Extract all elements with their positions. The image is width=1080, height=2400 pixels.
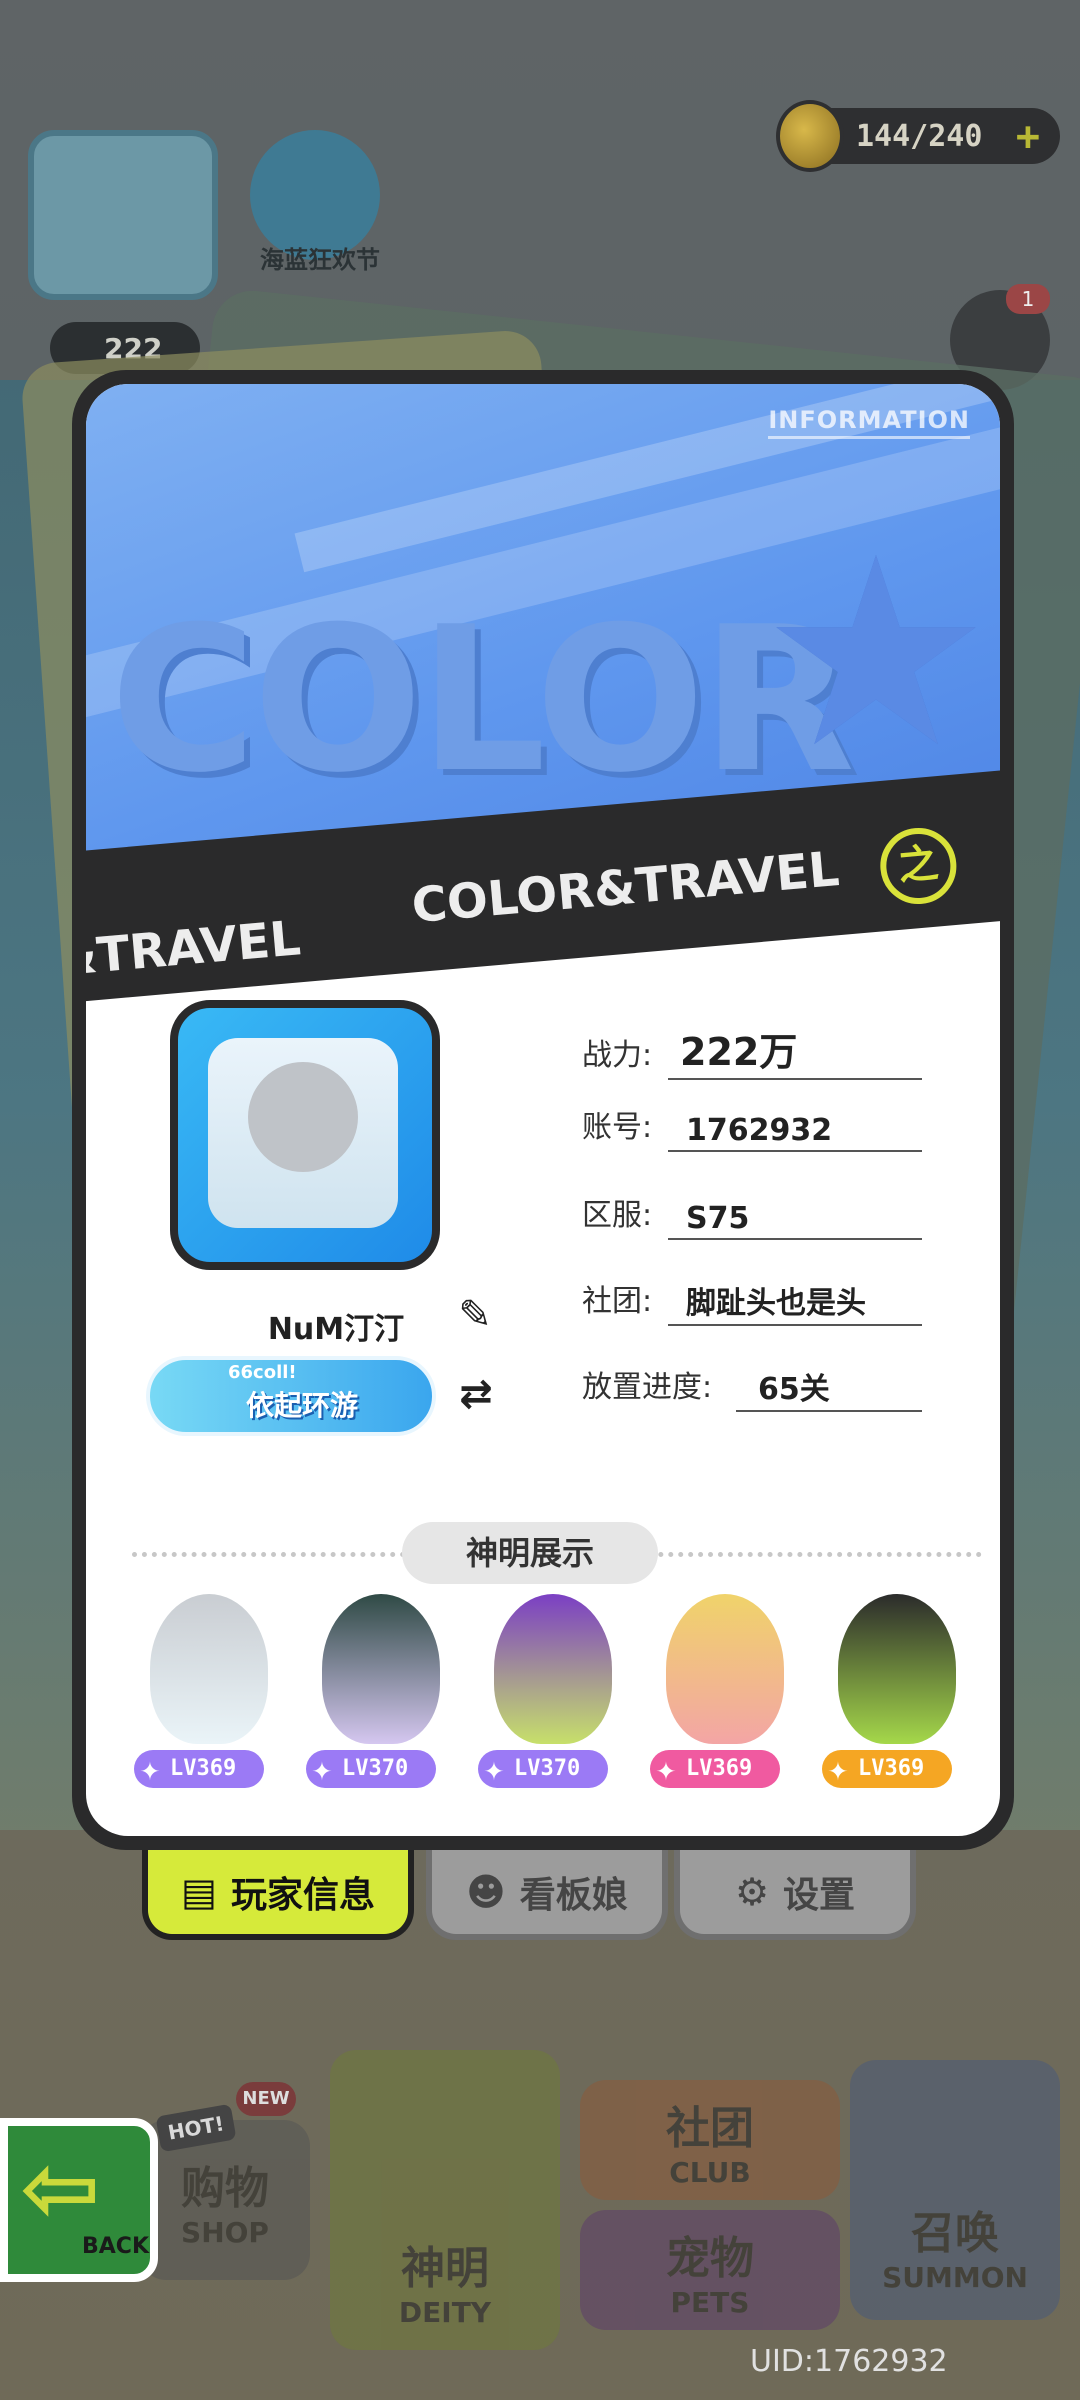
deity-slot[interactable]: ✦ LV370 [306, 1594, 456, 1794]
gear-icon: ⚙ [734, 1870, 770, 1914]
event-label: 海蓝狂欢节 [260, 246, 380, 274]
tab-settings[interactable]: ⚙ 设置 [674, 1850, 916, 1940]
stat-underline [668, 1150, 922, 1152]
pets-button[interactable]: 宠物 PETS [580, 2210, 840, 2330]
deity-portrait [322, 1594, 440, 1744]
stripe-text-right: COLOR&TRAVEL [409, 841, 842, 935]
uid-label: UID:1762932 [750, 2344, 948, 2379]
deity-portrait [666, 1594, 784, 1744]
stripe-text-left: &TRAVEL [86, 910, 303, 988]
deity-level-badge: ✦ LV370 [478, 1749, 608, 1789]
deity-slot[interactable]: ✦ LV369 [134, 1594, 284, 1794]
deity-level: LV369 [170, 1756, 237, 1781]
tab-label: 看板娘 [519, 1875, 628, 1916]
gem-icon: ✦ [139, 1749, 161, 1789]
stat-value: 222万 [680, 1030, 798, 1074]
shop-label-cn: 购物 [181, 2162, 269, 2214]
stat-value: 脚趾头也是头 [686, 1286, 866, 1321]
stat-power: 战力: 222万 [582, 1024, 922, 1080]
deity-level-badge: ✦ LV370 [306, 1749, 436, 1789]
swap-title-icon[interactable]: ⇄ [446, 1369, 506, 1419]
deity-level: LV370 [514, 1756, 581, 1781]
shop-label-en: SHOP [181, 2215, 269, 2249]
stat-underline [668, 1324, 922, 1326]
summon-label-en: SUMMON [882, 2260, 1028, 2294]
back-label: BACK [82, 2234, 149, 2259]
deity-level: LV369 [686, 1756, 753, 1781]
top-avatar[interactable] [28, 130, 218, 300]
stat-label: 社团: [582, 1284, 653, 1319]
stat-account: 账号: 1762932 [582, 1096, 922, 1152]
deity-label-en: DEITY [398, 2295, 492, 2329]
deity-level-badge: ✦ LV369 [134, 1749, 264, 1789]
stat-underline [736, 1410, 922, 1412]
player-info-card-inner: COLOR ★ INFORMATION &TRAVEL COLOR&TRAVEL… [86, 384, 1000, 1836]
gem-icon: ✦ [483, 1749, 505, 1789]
back-arrow-icon: ⇦ [20, 2132, 101, 2244]
edit-name-icon[interactable]: ✎ [450, 1290, 500, 1340]
player-title-badge[interactable]: 66coll! 依起环游 [146, 1356, 436, 1436]
summon-button[interactable]: 召唤 SUMMON [850, 2060, 1060, 2320]
stat-value: S75 [686, 1201, 750, 1236]
pets-label-cn: 宠物 [666, 2232, 754, 2284]
tab-label: 设置 [783, 1875, 856, 1916]
banner-word: COLOR [110, 584, 855, 817]
pets-label-en: PETS [670, 2285, 750, 2319]
avatar-portrait [208, 1038, 398, 1228]
stripe-logo-icon: 之 [877, 824, 960, 908]
stat-club: 社团: 脚趾头也是头 [582, 1270, 922, 1326]
stamina-coin-icon [776, 100, 844, 172]
stat-label: 区服: [582, 1198, 653, 1233]
club-button[interactable]: 社团 CLUB [580, 2080, 840, 2200]
club-label-en: CLUB [669, 2155, 751, 2189]
stat-value: 65关 [758, 1372, 830, 1407]
deity-portrait [150, 1594, 268, 1744]
player-nickname: NuM汀汀 [267, 1312, 405, 1347]
deity-portrait [838, 1594, 956, 1744]
deity-slot[interactable]: ✦ LV369 [650, 1594, 800, 1794]
deity-level-badge: ✦ LV369 [650, 1749, 780, 1789]
info-card-icon: ▤ [181, 1870, 217, 1914]
add-stamina-button[interactable]: + [1016, 114, 1040, 160]
stat-server: 区服: S75 [582, 1184, 922, 1240]
deity-level-badge: ✦ LV369 [822, 1749, 952, 1789]
club-label-cn: 社团 [666, 2102, 754, 2154]
back-button[interactable]: ⇦ BACK [0, 2118, 158, 2282]
gem-icon: ✦ [311, 1749, 333, 1789]
person-icon: ☻ [466, 1870, 506, 1914]
player-avatar[interactable] [170, 1000, 440, 1270]
deity-showcase-title: 神明展示 [402, 1522, 658, 1584]
stat-value: 1762932 [686, 1113, 833, 1148]
deity-portrait [494, 1594, 612, 1744]
new-badge: NEW [236, 2082, 296, 2116]
summon-label-cn: 召唤 [911, 2207, 999, 2259]
stamina-value: 144/240 [856, 118, 983, 154]
star-icon: ★ [759, 503, 993, 805]
stat-label: 账号: [582, 1110, 653, 1145]
deity-level: LV369 [858, 1756, 925, 1781]
mail-count-badge: 1 [1006, 284, 1050, 314]
title-badge-text: 依起环游 [246, 1389, 359, 1422]
deity-slot[interactable]: ✦ LV370 [478, 1594, 628, 1794]
stat-label: 放置进度: [582, 1370, 713, 1405]
stat-label: 战力: [582, 1038, 653, 1073]
tab-player-info[interactable]: ▤ 玩家信息 [142, 1850, 414, 1940]
tab-mascot[interactable]: ☻ 看板娘 [426, 1850, 668, 1940]
deity-level: LV370 [342, 1756, 409, 1781]
deity-slot[interactable]: ✦ LV369 [822, 1594, 972, 1794]
deity-label-cn: 神明 [401, 2242, 489, 2294]
player-info-card: COLOR ★ INFORMATION &TRAVEL COLOR&TRAVEL… [72, 370, 1014, 1850]
gem-icon: ✦ [655, 1749, 677, 1789]
title-badge-subtext: 66coll! [228, 1362, 297, 1383]
stat-underline [668, 1078, 922, 1080]
information-tag: INFORMATION [768, 406, 970, 439]
deity-button[interactable]: 神明 DEITY [330, 2050, 560, 2350]
stat-underline [668, 1238, 922, 1240]
gem-icon: ✦ [827, 1749, 849, 1789]
stat-idle-progress: 放置进度: 65关 [582, 1356, 922, 1412]
stamina-counter: 144/240 + [776, 100, 1060, 172]
tab-label: 玩家信息 [230, 1875, 375, 1916]
